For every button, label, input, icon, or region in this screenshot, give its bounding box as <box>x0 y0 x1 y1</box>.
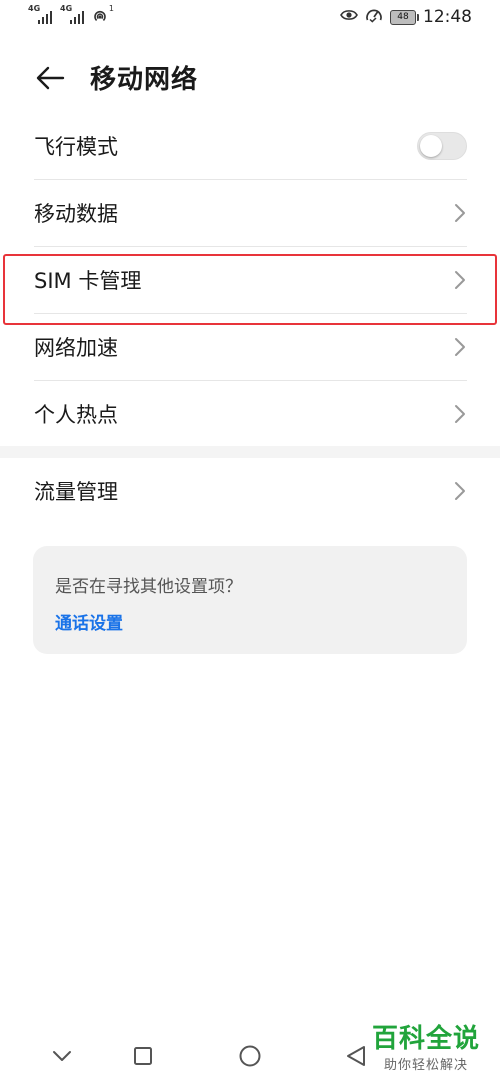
hotspot-icon: 1 <box>92 4 114 24</box>
chevron-right-icon <box>453 269 467 291</box>
chevron-down-icon <box>53 1051 71 1061</box>
signal-icon: 4G <box>60 4 84 24</box>
status-bar: 4G 4G 1 48 12:48 <box>0 0 500 36</box>
chevron-right-icon <box>453 403 467 425</box>
settings-list: 飞行模式 移动数据 SIM 卡管理 网络加速 个人热点 <box>34 113 467 447</box>
call-settings-link[interactable]: 通话设置 <box>55 609 123 634</box>
chevron-right-icon <box>453 480 467 502</box>
toggle-knob <box>420 135 442 157</box>
battery-level: 48 <box>397 11 409 22</box>
hotspot-count: 1 <box>108 4 114 13</box>
nav-dropdown-button[interactable] <box>48 1042 76 1070</box>
square-icon <box>134 1047 152 1065</box>
suggestion-card: 是否在寻找其他设置项？ 通话设置 <box>33 546 467 654</box>
arrow-left-icon <box>36 66 65 90</box>
page-title: 移动网络 <box>90 65 199 95</box>
settings-row-personal-hotspot[interactable]: 个人热点 <box>34 380 467 447</box>
settings-row-label: 个人热点 <box>34 403 118 427</box>
battery-icon: 48 <box>390 9 419 25</box>
chevron-right-icon <box>453 336 467 358</box>
settings-row-sim-management[interactable]: SIM 卡管理 <box>34 246 467 313</box>
network-type-label: 4G <box>28 4 41 13</box>
settings-row-airplane-mode[interactable]: 飞行模式 <box>34 113 467 179</box>
nav-home-button[interactable] <box>236 1042 264 1070</box>
status-left: 4G 4G 1 <box>28 4 114 24</box>
nav-back-button[interactable] <box>342 1042 370 1070</box>
suggestion-question: 是否在寻找其他设置项？ <box>55 577 242 597</box>
settings-row-label: 流量管理 <box>34 480 118 504</box>
back-button[interactable] <box>30 58 70 98</box>
settings-row-mobile-data[interactable]: 移动数据 <box>34 179 467 246</box>
network-type-label: 4G <box>60 4 73 13</box>
watermark: 百科全说 助你轻松解决 <box>370 1024 482 1073</box>
settings-row-label: 移动数据 <box>34 202 118 226</box>
settings-row-label: 飞行模式 <box>34 135 118 159</box>
status-right: 48 12:48 <box>340 7 472 27</box>
eye-icon <box>340 8 358 26</box>
triangle-back-icon <box>347 1046 365 1066</box>
clock: 12:48 <box>423 7 472 27</box>
nav-recents-button[interactable] <box>129 1042 157 1070</box>
watermark-subtitle: 助你轻松解决 <box>383 1058 468 1073</box>
settings-row-data-usage[interactable]: 流量管理 <box>34 458 467 524</box>
settings-row-label: 网络加速 <box>34 336 118 360</box>
header: 移动网络 <box>0 50 500 100</box>
settings-row-network-acceleration[interactable]: 网络加速 <box>34 313 467 380</box>
watermark-title: 百科全说 <box>371 1024 480 1054</box>
airplane-mode-toggle[interactable] <box>417 132 467 160</box>
chevron-right-icon <box>453 202 467 224</box>
circle-icon <box>239 1045 261 1067</box>
settings-list-2: 流量管理 <box>34 458 467 524</box>
section-divider <box>0 446 500 458</box>
speed-check-icon <box>365 7 383 27</box>
settings-row-label: SIM 卡管理 <box>34 269 142 293</box>
signal-icon: 4G <box>28 4 52 24</box>
